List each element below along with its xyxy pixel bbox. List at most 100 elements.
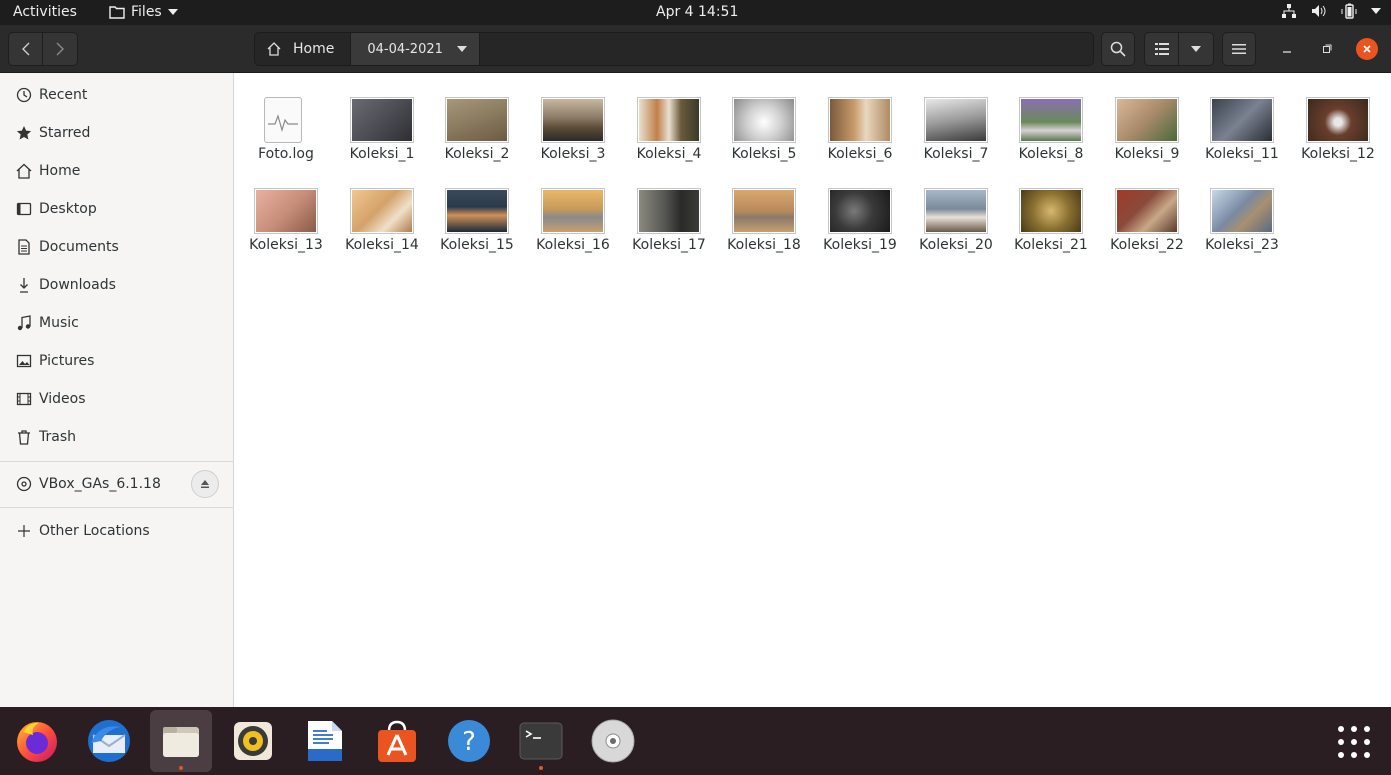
writer-icon	[308, 721, 342, 761]
back-button[interactable]	[9, 33, 44, 65]
sidebar-item-label: Videos	[39, 391, 86, 407]
search-icon	[1110, 41, 1126, 57]
sidebar-item-other-locations[interactable]: Other Locations	[0, 512, 234, 550]
file-item[interactable]: Koleksi_20	[911, 188, 1001, 268]
sidebar-item-documents[interactable]: Documents	[0, 228, 234, 266]
chevron-down-icon	[1191, 46, 1201, 52]
system-tray[interactable]	[1281, 3, 1381, 19]
file-item[interactable]: Koleksi_3	[528, 97, 618, 177]
sidebar-item-pictures[interactable]: Pictures	[0, 342, 234, 380]
running-indicator	[179, 766, 183, 770]
sidebar: Recent Starred Home Desktop Documents Do…	[0, 73, 234, 707]
file-item[interactable]: Koleksi_11	[1197, 97, 1287, 177]
file-name: Koleksi_15	[440, 237, 514, 253]
sidebar-item-home[interactable]: Home	[0, 152, 234, 190]
files-icon	[163, 727, 199, 757]
maximize-button[interactable]	[1316, 38, 1338, 60]
file-item[interactable]: Koleksi_13	[241, 188, 331, 268]
image-thumbnail	[445, 97, 509, 143]
forward-button[interactable]	[43, 33, 77, 65]
dock-cd-drive[interactable]	[582, 710, 644, 772]
file-item[interactable]: Koleksi_6	[815, 97, 905, 177]
file-item[interactable]: Koleksi_21	[1006, 188, 1096, 268]
dock-software[interactable]	[366, 710, 428, 772]
chevron-down-icon	[167, 9, 178, 15]
dock-help[interactable]: ?	[438, 710, 500, 772]
thumbnail-image	[1021, 190, 1081, 232]
list-view-button[interactable]	[1145, 33, 1180, 65]
eject-button[interactable]	[191, 470, 219, 498]
thumbnail-image	[1117, 99, 1177, 141]
sidebar-item-label: Pictures	[39, 353, 95, 369]
file-item[interactable]: Koleksi_4	[624, 97, 714, 177]
image-thumbnail	[541, 97, 605, 143]
sidebar-item-label: Other Locations	[39, 523, 150, 539]
file-item[interactable]: Koleksi_16	[528, 188, 618, 268]
thumbnail-image	[447, 190, 507, 232]
sidebar-item-music[interactable]: Music	[0, 304, 234, 342]
show-apps-button[interactable]	[1338, 726, 1370, 758]
sidebar-item-device[interactable]: VBox_GAs_6.1.18	[0, 465, 234, 503]
app-menu-label: Files	[131, 4, 162, 20]
header-bar: Home 04-04-2021	[0, 25, 1391, 73]
image-thumbnail	[637, 188, 701, 234]
image-thumbnail	[1019, 97, 1083, 143]
dock-writer[interactable]	[294, 710, 356, 772]
music-icon	[17, 315, 31, 331]
file-item[interactable]: Koleksi_1	[337, 97, 427, 177]
list-view-icon	[1154, 43, 1169, 55]
file-item[interactable]: Koleksi_8	[1006, 97, 1096, 177]
sidebar-item-starred[interactable]: Starred	[0, 114, 234, 152]
sidebar-item-trash[interactable]: Trash	[0, 418, 234, 456]
file-item[interactable]: Koleksi_14	[337, 188, 427, 268]
file-item[interactable]: Koleksi_2	[432, 97, 522, 177]
dock-thunderbird[interactable]	[78, 710, 140, 772]
log-file-icon	[264, 97, 302, 143]
main-menu-button[interactable]	[1222, 32, 1256, 66]
file-item[interactable]: Koleksi_15	[432, 188, 522, 268]
view-options-dropdown[interactable]	[1179, 33, 1213, 65]
file-item[interactable]: Koleksi_7	[911, 97, 1001, 177]
search-button[interactable]	[1101, 32, 1135, 66]
file-item[interactable]: Koleksi_12	[1293, 97, 1383, 177]
minimize-icon	[1283, 51, 1291, 53]
file-name: Koleksi_18	[727, 237, 801, 253]
breadcrumb-current-folder[interactable]: 04-04-2021	[351, 33, 480, 65]
running-indicator	[539, 766, 543, 770]
dock-files[interactable]	[150, 710, 212, 772]
top-bar: Activities Files Apr 4 14:51	[0, 0, 1391, 25]
file-item[interactable]: Koleksi_17	[624, 188, 714, 268]
breadcrumb-home[interactable]: Home	[255, 33, 352, 65]
file-item[interactable]: Koleksi_18	[719, 188, 809, 268]
sidebar-divider	[0, 461, 234, 462]
image-thumbnail	[1306, 97, 1370, 143]
image-thumbnail	[828, 188, 892, 234]
eject-icon	[201, 480, 209, 488]
file-item[interactable]: Foto.log	[241, 97, 331, 177]
close-button[interactable]	[1356, 38, 1378, 60]
file-item[interactable]: Koleksi_19	[815, 188, 905, 268]
file-item[interactable]: Koleksi_9	[1102, 97, 1192, 177]
activities-button[interactable]: Activities	[13, 4, 77, 20]
clock[interactable]: Apr 4 14:51	[656, 4, 738, 20]
file-name: Koleksi_12	[1301, 146, 1375, 162]
file-item[interactable]: Koleksi_22	[1102, 188, 1192, 268]
dock-firefox[interactable]	[6, 710, 68, 772]
dock-terminal[interactable]	[510, 710, 572, 772]
sidebar-item-label: Starred	[39, 125, 91, 141]
sidebar-item-recent[interactable]: Recent	[0, 76, 234, 114]
file-item[interactable]: Koleksi_5	[719, 97, 809, 177]
app-menu-button[interactable]: Files	[109, 4, 178, 20]
dock-rhythmbox[interactable]	[222, 710, 284, 772]
file-item[interactable]: Koleksi_23	[1197, 188, 1287, 268]
software-icon	[378, 720, 416, 762]
minimize-button[interactable]	[1276, 38, 1298, 60]
sidebar-item-downloads[interactable]: Downloads	[0, 266, 234, 304]
sidebar-item-videos[interactable]: Videos	[0, 380, 234, 418]
home-icon	[16, 163, 32, 179]
sidebar-item-desktop[interactable]: Desktop	[0, 190, 234, 228]
plus-icon	[18, 525, 30, 537]
image-thumbnail	[1115, 97, 1179, 143]
chevron-left-icon	[21, 42, 29, 56]
thumbnail-image	[352, 99, 412, 141]
